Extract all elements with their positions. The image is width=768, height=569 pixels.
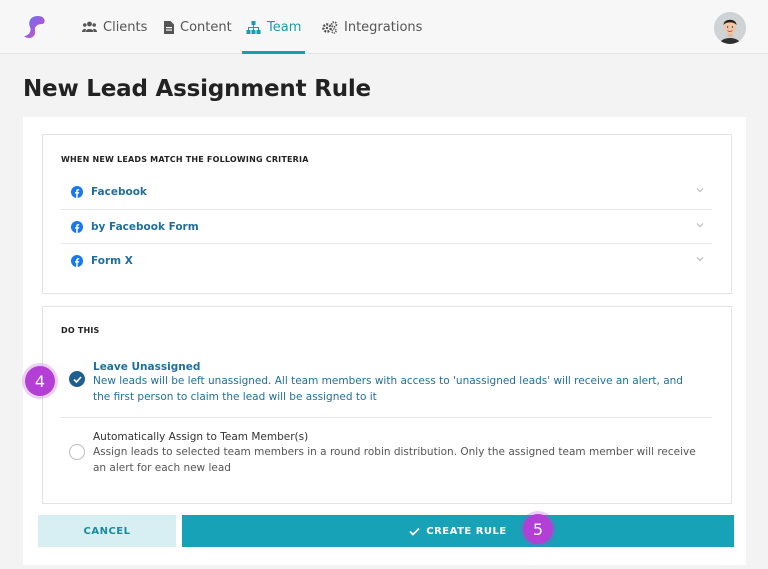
create-rule-label: CREATE RULE	[426, 525, 507, 537]
criteria-row-label: Form X	[91, 254, 133, 267]
criteria-row-label: Facebook	[91, 186, 147, 198]
page-title: New Lead Assignment Rule	[23, 76, 371, 102]
nav-tab-integrations[interactable]: Integrations	[322, 0, 422, 54]
criteria-heading: WHEN NEW LEADS MATCH THE FOLLOWING CRITE…	[61, 155, 309, 164]
app-logo-icon[interactable]	[18, 12, 50, 44]
criteria-row-platform[interactable]: Facebook	[61, 175, 712, 209]
option-description: Assign leads to selected team members in…	[93, 446, 696, 474]
user-avatar[interactable]	[714, 12, 746, 44]
criteria-row-form[interactable]: Form X	[61, 243, 712, 277]
action-section: DO THIS Leave Unassigned New leads will …	[42, 306, 732, 504]
radio-unselected[interactable]	[69, 444, 85, 460]
facebook-icon	[71, 220, 83, 233]
document-icon	[164, 20, 174, 34]
nav-tab-label: Integrations	[344, 19, 423, 35]
action-heading: DO THIS	[61, 326, 100, 335]
radio-selected[interactable]	[69, 371, 85, 387]
check-icon	[409, 527, 420, 536]
option-description: New leads will be left unassigned. All t…	[93, 375, 683, 403]
criteria-row-label: by Facebook Form	[91, 220, 199, 233]
check-icon	[72, 375, 82, 383]
option-title: Leave Unassigned	[93, 361, 201, 373]
sitemap-icon	[246, 20, 261, 34]
step-badge: 4	[25, 366, 55, 396]
step-badge: 5	[523, 514, 553, 544]
nav-tab-content[interactable]: Content	[164, 0, 232, 54]
users-icon	[82, 21, 97, 32]
criteria-section: WHEN NEW LEADS MATCH THE FOLLOWING CRITE…	[42, 134, 732, 294]
nav-tab-team[interactable]: Team	[242, 0, 306, 54]
create-rule-button[interactable]: CREATE RULE	[182, 515, 734, 547]
cancel-button[interactable]: CANCEL	[38, 515, 176, 547]
top-nav: Clients Content Team Integrations	[0, 0, 768, 54]
nav-tab-clients[interactable]: Clients	[82, 0, 147, 54]
chevron-down-icon[interactable]	[696, 256, 704, 262]
option-leave-unassigned[interactable]: Leave Unassigned New leads will be left …	[61, 353, 712, 417]
nav-tab-label: Content	[180, 19, 232, 35]
option-title: Automatically Assign to Team Member(s)	[93, 431, 309, 443]
chevron-down-icon[interactable]	[696, 222, 704, 228]
nav-tab-label: Clients	[103, 19, 148, 35]
nav-tab-label: Team	[267, 19, 302, 35]
facebook-icon	[71, 254, 83, 267]
user-avatar-image	[714, 12, 746, 44]
gears-icon	[322, 20, 338, 34]
active-tab-indicator	[242, 51, 306, 54]
criteria-row-source[interactable]: by Facebook Form	[61, 209, 712, 243]
facebook-icon	[71, 186, 83, 198]
chevron-down-icon[interactable]	[696, 187, 704, 193]
option-auto-assign[interactable]: Automatically Assign to Team Member(s) A…	[61, 417, 712, 489]
